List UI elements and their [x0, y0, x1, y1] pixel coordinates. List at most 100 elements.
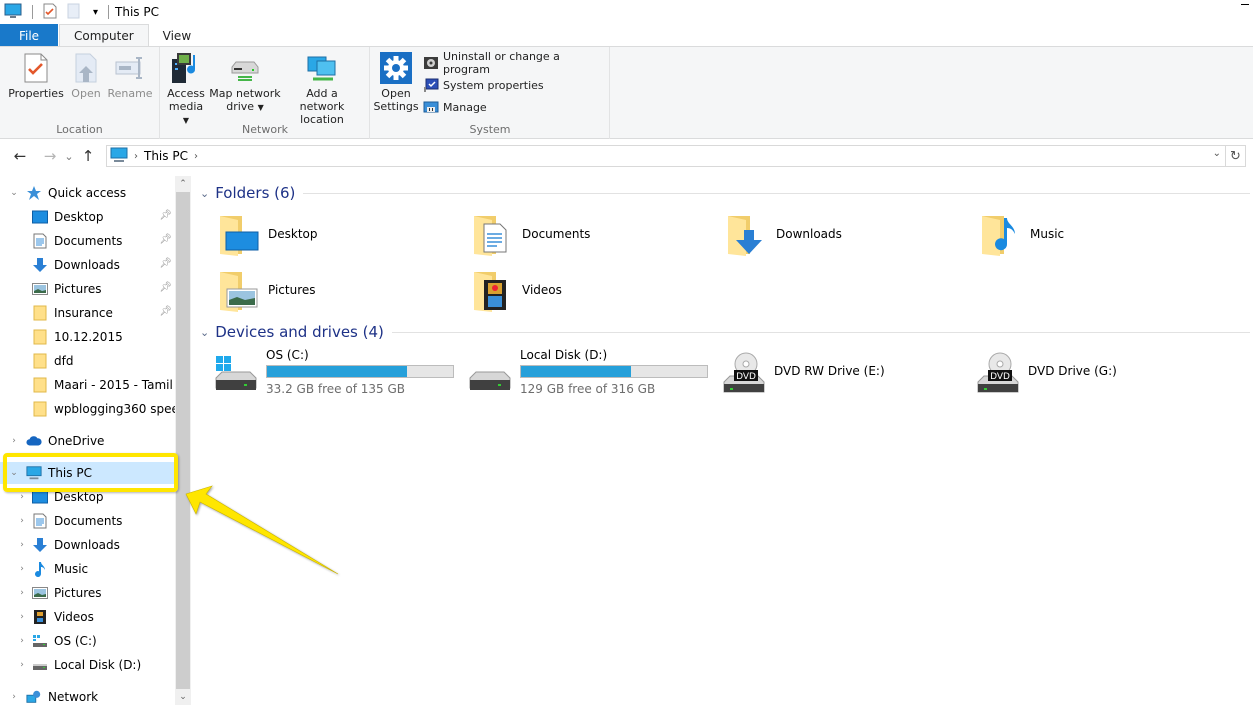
expand-chevron-icon[interactable]: › [16, 588, 28, 598]
tab-file[interactable]: File [0, 24, 58, 47]
tree-qa-folder[interactable]: 10.12.2015 [0, 326, 176, 348]
uninstall-program-button[interactable]: Uninstall or change a program [423, 50, 609, 76]
tree-pc-desktop[interactable]: › Desktop [0, 486, 176, 508]
open-button[interactable]: Open [66, 51, 106, 100]
tree-qa-folder[interactable]: Maari - 2015 - Tamil M [0, 374, 176, 396]
tree-quick-access[interactable]: ⌄ Quick access [0, 182, 176, 204]
tree-qa-desktop[interactable]: Desktop 📌︎ [0, 206, 176, 228]
address-dropdown-icon[interactable]: ⌄ [1213, 148, 1221, 159]
up-button[interactable]: ↑ [76, 147, 100, 165]
separator [32, 5, 33, 19]
drive-icon [32, 657, 48, 673]
ribbon: Properties Open Rename Location Access me… [0, 46, 1253, 139]
videos-icon [32, 609, 48, 625]
tree-pc-downloads[interactable]: › Downloads [0, 534, 176, 556]
tree-pc-local-disk-d[interactable]: › Local Disk (D:) [0, 654, 176, 676]
expand-chevron-icon[interactable]: › [8, 692, 20, 702]
properties-button[interactable]: Properties [8, 51, 64, 100]
drive-tile-os-c[interactable]: OS (C:) 33.2 GB free of 135 GB [212, 348, 462, 400]
tree-network[interactable]: › Network [0, 686, 176, 705]
tree-onedrive[interactable]: › OneDrive [0, 430, 176, 452]
folder-tile-videos[interactable]: Videos [470, 264, 720, 316]
folder-tile-desktop[interactable]: Desktop [216, 208, 466, 260]
breadcrumb-this-pc[interactable]: This PC [144, 149, 188, 163]
folders-section-header[interactable]: ⌄ Folders (6) [200, 184, 1250, 202]
pin-icon[interactable]: 📌︎ [159, 210, 172, 221]
map-network-drive-button[interactable]: Map network drive ▼ [209, 51, 281, 114]
properties-label: Properties [8, 87, 64, 100]
customize-dropdown-icon[interactable]: ▾ [93, 7, 98, 18]
expand-chevron-icon[interactable]: › [16, 492, 28, 502]
tile-label: Desktop [268, 227, 318, 241]
computer-icon [4, 3, 22, 22]
open-settings-button[interactable]: Open Settings [373, 51, 419, 113]
expand-chevron-icon[interactable]: › [16, 636, 28, 646]
documents-icon [32, 513, 48, 529]
tab-view[interactable]: View [149, 24, 205, 47]
scroll-up-button[interactable]: ⌃ [175, 176, 191, 192]
music-note-icon [32, 561, 48, 577]
system-properties-button[interactable]: System properties [423, 75, 544, 95]
tree-qa-pictures[interactable]: Pictures 📌︎ [0, 278, 176, 300]
music-folder-icon [978, 210, 1026, 258]
refresh-button[interactable]: ↻ [1226, 145, 1246, 167]
access-media-button[interactable]: Access media ▼ [165, 51, 207, 127]
minimize-button[interactable] [1241, 4, 1249, 5]
drive-tile-dvd-rw-e[interactable]: DVD DVD RW Drive (E:) [720, 348, 970, 400]
tree-qa-folder[interactable]: wpblogging360 speed [0, 398, 176, 420]
collapse-chevron-icon[interactable]: ⌄ [200, 326, 209, 339]
expand-chevron-icon[interactable]: › [16, 612, 28, 622]
address-bar[interactable]: › This PC › ⌄ [106, 145, 1226, 167]
tab-computer[interactable]: Computer [59, 24, 149, 47]
svg-text:DVD: DVD [990, 372, 1010, 382]
manage-button[interactable]: Manage [423, 97, 487, 117]
drive-tile-local-disk-d[interactable]: Local Disk (D:) 129 GB free of 316 GB [466, 348, 716, 400]
tile-label: Pictures [268, 283, 316, 297]
recent-locations-button[interactable]: ⌄ [62, 150, 76, 163]
folder-tile-documents[interactable]: Documents [470, 208, 720, 260]
breadcrumb-separator[interactable]: › [134, 151, 138, 162]
properties-icon[interactable] [43, 3, 57, 22]
expand-chevron-icon[interactable]: › [16, 660, 28, 670]
new-folder-icon[interactable] [67, 3, 81, 22]
drive-tile-dvd-g[interactable]: DVD DVD Drive (G:) [974, 348, 1224, 400]
expand-chevron-icon[interactable]: › [16, 540, 28, 550]
tree-pc-os-c[interactable]: › OS (C:) [0, 630, 176, 652]
folder-tile-pictures[interactable]: Pictures [216, 264, 466, 316]
tree-pc-videos[interactable]: › Videos [0, 606, 176, 628]
scroll-thumb[interactable] [176, 192, 190, 689]
tree-qa-documents[interactable]: Documents 📌︎ [0, 230, 176, 252]
drive-usage-bar [520, 365, 708, 378]
tree-label: Videos [54, 610, 94, 624]
devices-section-header[interactable]: ⌄ Devices and drives (4) [200, 323, 1250, 341]
scroll-down-button[interactable]: ⌄ [175, 689, 191, 705]
rename-button[interactable]: Rename [106, 51, 154, 100]
back-button[interactable]: ← [8, 147, 32, 165]
expand-chevron-icon[interactable]: › [16, 516, 28, 526]
forward-button[interactable]: → [38, 147, 62, 165]
collapse-chevron-icon[interactable]: ⌄ [200, 187, 209, 200]
tree-this-pc[interactable]: ⌄ This PC [0, 462, 176, 484]
expand-chevron-icon[interactable]: › [16, 564, 28, 574]
pin-icon[interactable]: 📌︎ [159, 282, 172, 293]
add-network-location-button[interactable]: Add a network location [283, 51, 361, 126]
tree-qa-folder[interactable]: dfd [0, 350, 176, 372]
tree-label: OS (C:) [54, 634, 97, 648]
tree-qa-insurance[interactable]: Insurance 📌︎ [0, 302, 176, 324]
tree-pc-music[interactable]: › Music [0, 558, 176, 580]
tree-pc-documents[interactable]: › Documents [0, 510, 176, 532]
breadcrumb-separator[interactable]: › [194, 151, 198, 162]
collapse-chevron-icon[interactable]: ⌄ [8, 468, 20, 478]
expand-chevron-icon[interactable]: › [8, 436, 20, 446]
tree-qa-downloads[interactable]: Downloads 📌︎ [0, 254, 176, 276]
folder-tile-downloads[interactable]: Downloads [724, 208, 974, 260]
tree-pc-pictures[interactable]: › Pictures [0, 582, 176, 604]
pin-icon[interactable]: 📌︎ [159, 258, 172, 269]
folder-tile-music[interactable]: Music [978, 208, 1228, 260]
tree-label: Pictures [54, 282, 102, 296]
nav-scrollbar[interactable]: ⌃ ⌄ [175, 176, 191, 705]
pin-icon[interactable]: 📌︎ [159, 234, 172, 245]
pin-icon[interactable]: 📌︎ [159, 306, 172, 317]
tile-label: Music [1030, 227, 1065, 241]
collapse-chevron-icon[interactable]: ⌄ [8, 188, 20, 198]
